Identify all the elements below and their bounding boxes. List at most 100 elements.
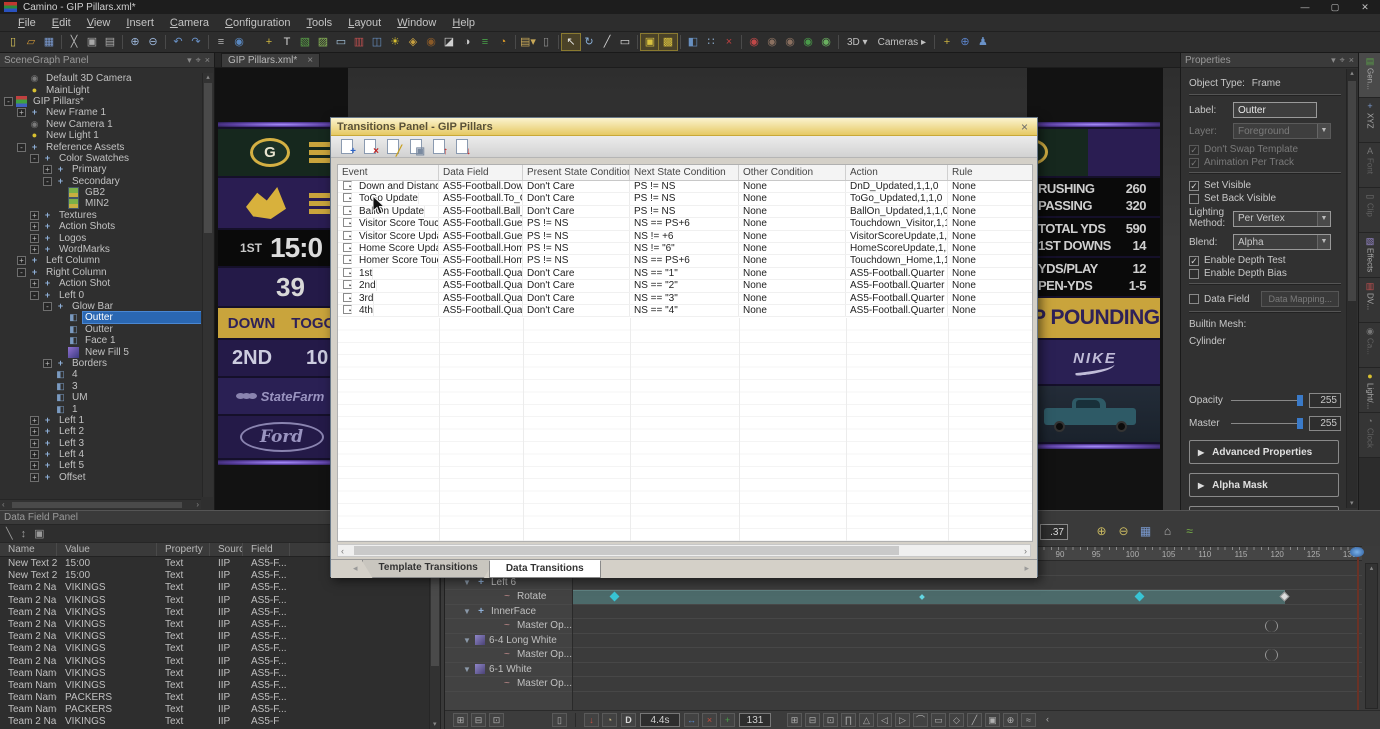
side-tab[interactable]: + XYZ: [1359, 98, 1380, 143]
open-folder-icon[interactable]: ▱: [22, 34, 40, 50]
panel-close-icon[interactable]: ×: [205, 55, 210, 66]
column-header[interactable]: Action: [846, 165, 948, 180]
tree-node[interactable]: - Right Column: [0, 267, 201, 278]
track-name-row[interactable]: ▼ Master Op...: [445, 648, 572, 663]
tree-node[interactable]: - Reference Assets: [0, 141, 201, 152]
layers-tool-icon[interactable]: ≡: [476, 34, 494, 50]
menu-item[interactable]: Camera: [162, 16, 217, 30]
cube-view-icon[interactable]: ◧: [684, 34, 702, 50]
column-header[interactable]: Data Field: [439, 165, 523, 180]
tl-save-icon[interactable]: ▦: [1137, 523, 1154, 540]
redo-icon[interactable]: ↷: [187, 34, 205, 50]
tree-node[interactable]: + Offset: [0, 472, 201, 483]
minimize-button[interactable]: —: [1290, 0, 1320, 14]
column-header[interactable]: Present State Condition: [523, 165, 630, 180]
tree-node[interactable]: + WordMarks: [0, 244, 201, 255]
zoom-in-icon[interactable]: ⊕: [126, 34, 144, 50]
delete-track-icon[interactable]: ▯: [552, 713, 567, 727]
side-tab[interactable]: ▭ Clip: [1359, 188, 1380, 233]
track-collapse-icon[interactable]: ▼: [463, 607, 475, 616]
side-tab[interactable]: ◔ Clock: [1359, 413, 1380, 458]
track-name-row[interactable]: ▼ Master Op...: [445, 619, 572, 634]
tree-expander-icon[interactable]: +: [30, 279, 39, 288]
box-key-icon[interactable]: ▣: [985, 713, 1000, 727]
playhead-handle[interactable]: [1350, 547, 1364, 557]
table-row[interactable]: 3rd AS5-Football.Quarter Don't Care NS =…: [338, 293, 1032, 305]
side-tab[interactable]: ▤ Gen...: [1359, 53, 1380, 98]
track-content-row[interactable]: [573, 634, 1362, 649]
document-tab-close-icon[interactable]: ×: [307, 55, 313, 66]
tree-expander-icon[interactable]: +: [30, 461, 39, 470]
tl-curve-editor-icon[interactable]: ≈: [1181, 523, 1198, 540]
column-header[interactable]: Next State Condition: [630, 165, 739, 180]
tree-expander-icon[interactable]: +: [30, 234, 39, 243]
data-field-checkbox[interactable]: [1189, 294, 1199, 304]
tab-scroll-right-icon[interactable]: ▸: [1020, 560, 1033, 577]
dialog-hscrollbar[interactable]: ‹›: [337, 544, 1031, 557]
sort-fields-icon[interactable]: ↕: [21, 528, 27, 540]
transition-enabled-checkbox[interactable]: [343, 181, 352, 190]
tree-expander-icon[interactable]: +: [30, 450, 39, 459]
data-mapping-button[interactable]: Data Mapping...: [1261, 291, 1339, 307]
key-tool-3-icon[interactable]: ⊡: [823, 713, 838, 727]
cameras-menu[interactable]: Cameras ▸: [873, 37, 931, 48]
tree-node[interactable]: Default 3D Camera: [0, 73, 201, 84]
menu-item[interactable]: Configuration: [217, 16, 298, 30]
keyframe-diamond[interactable]: [1135, 592, 1145, 602]
scenegraph-vscrollbar[interactable]: ▴: [202, 73, 213, 497]
mask-tool-icon[interactable]: ◪: [440, 34, 458, 50]
tree-node[interactable]: + Left 2: [0, 426, 201, 437]
dialog-tab[interactable]: Template Transitions: [362, 560, 495, 578]
transition-enabled-checkbox[interactable]: [343, 243, 352, 252]
tree-node[interactable]: + Left 3: [0, 438, 201, 449]
dialog-title-bar[interactable]: Transitions Panel - GIP Pillars ×: [331, 118, 1037, 136]
menu-item[interactable]: Window: [389, 16, 444, 30]
table-row[interactable]: Team 2 Name VIKINGS Text IIP AS5-F...: [0, 655, 440, 667]
tree-node[interactable]: + Primary: [0, 164, 201, 175]
track-name-row[interactable]: ▼ InnerFace: [445, 605, 572, 620]
tree-expander-icon[interactable]: -: [17, 143, 26, 152]
tree-node[interactable]: - Color Swatches: [0, 153, 201, 164]
slope-icon[interactable]: ╱: [967, 713, 982, 727]
zoom-out-icon[interactable]: ⊖: [144, 34, 162, 50]
track-name-row[interactable]: ▼ 6-1 White: [445, 663, 572, 678]
ease-in-icon[interactable]: ◁: [877, 713, 892, 727]
fit-range-icon[interactable]: ↔: [684, 713, 699, 727]
tree-node[interactable]: New Camera 1: [0, 119, 201, 130]
tree-node[interactable]: + Left 4: [0, 449, 201, 460]
transition-enabled-checkbox[interactable]: [343, 255, 352, 264]
table-row[interactable]: Team 2 Name VIKINGS Text IIP AS5-F...: [0, 581, 440, 593]
template-checkbox-row[interactable]: Don't Swap Template: [1189, 144, 1341, 155]
tree-node[interactable]: 1: [0, 403, 201, 414]
template-checkbox-row[interactable]: Animation Per Track: [1189, 157, 1341, 168]
rotate-tool-icon[interactable]: ↻: [580, 34, 598, 50]
rect-tool-icon[interactable]: ▭: [332, 34, 350, 50]
move-up-icon[interactable]: ↑: [429, 137, 449, 156]
edit-field-icon[interactable]: ╲: [6, 527, 13, 540]
column-header[interactable]: Event: [338, 165, 439, 180]
tree-expander-icon[interactable]: +: [30, 427, 39, 436]
camera-red-icon[interactable]: ◉: [745, 34, 763, 50]
column-header[interactable]: Rule: [948, 165, 1032, 180]
cube-tool-icon[interactable]: ◫: [368, 34, 386, 50]
tree-expander-icon[interactable]: -: [17, 268, 26, 277]
table-row[interactable]: 1st AS5-Football.Quarter Don't Care NS =…: [338, 268, 1032, 280]
menu-item[interactable]: Insert: [118, 16, 162, 30]
checkbox[interactable]: [1189, 181, 1199, 191]
print-icon[interactable]: ≡: [212, 34, 230, 50]
delete-item-icon[interactable]: ×: [720, 34, 738, 50]
gizmo-move-icon[interactable]: +: [938, 34, 956, 50]
maximize-button[interactable]: ▢: [1320, 0, 1350, 14]
blend-select[interactable]: Alpha▼: [1233, 234, 1331, 250]
panel-pin-icon[interactable]: ⌖: [1340, 55, 1345, 66]
frame-field[interactable]: 131: [739, 713, 771, 727]
text-tool-icon[interactable]: T: [278, 34, 296, 50]
tree-node[interactable]: Outter: [0, 312, 201, 323]
transition-enabled-checkbox[interactable]: [343, 280, 352, 289]
tree-node[interactable]: + Action Shot: [0, 278, 201, 289]
diamond-key-icon[interactable]: ◇: [949, 713, 964, 727]
track-content-row[interactable]: [573, 605, 1362, 620]
panel-dropdown-icon[interactable]: ▾: [187, 55, 192, 66]
camera-prev-icon[interactable]: ◉: [763, 34, 781, 50]
transition-enabled-checkbox[interactable]: [343, 193, 352, 202]
